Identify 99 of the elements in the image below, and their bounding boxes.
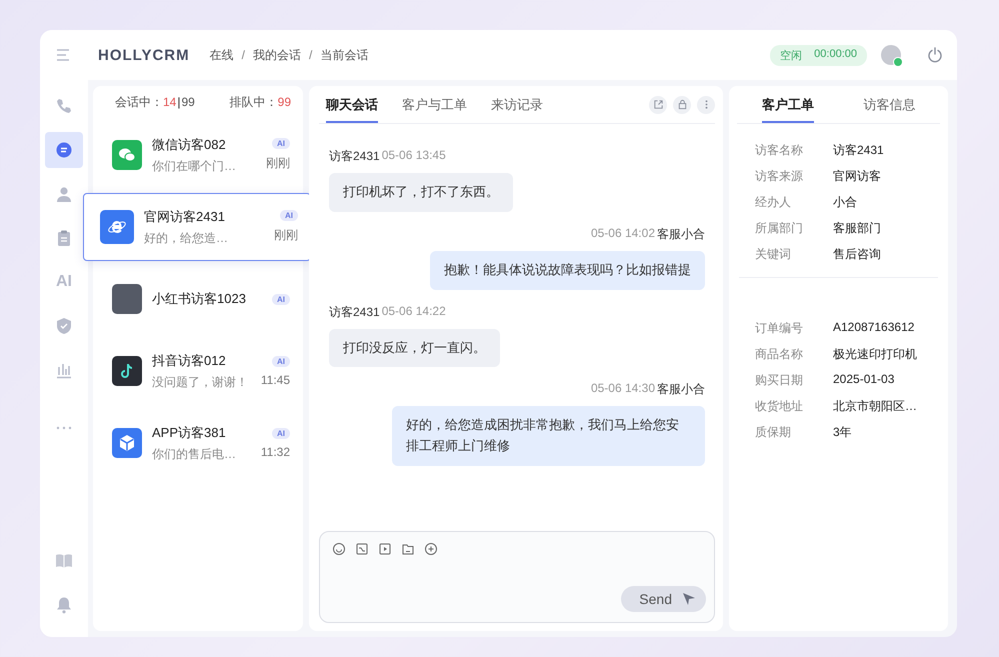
breadcrumb-link[interactable]: 当前会话 <box>320 46 368 64</box>
send-arrow-icon <box>682 592 696 606</box>
image-icon[interactable] <box>355 542 369 556</box>
message-time: 05-06 14:22 <box>382 304 446 320</box>
field-value: A12087163612 <box>833 320 914 336</box>
message-time: 刚刚 <box>266 155 290 172</box>
emoji-icon[interactable] <box>332 542 346 556</box>
message-preview: 你们在哪个门… <box>152 158 237 174</box>
field-label: 关键词 <box>755 246 792 263</box>
message-preview: 你们的售后电… <box>152 446 237 462</box>
chat-tab[interactable]: 来访记录 <box>491 86 543 123</box>
field-value: 客服部门 <box>833 220 881 237</box>
message-composer[interactable]: Send <box>319 531 715 623</box>
source-icon <box>112 428 142 458</box>
nav-item[interactable] <box>45 132 83 168</box>
message-preview: 好的，给您造… <box>144 230 229 246</box>
queue-count: 排队中：99 <box>230 94 291 111</box>
video-icon[interactable] <box>378 542 392 556</box>
breadcrumb-separator: / <box>308 48 312 62</box>
field-value: 访客2431 <box>833 142 884 159</box>
field-label: 质保期 <box>755 424 792 441</box>
message-time: 05-06 14:02 <box>590 226 655 242</box>
more-icon <box>55 425 73 431</box>
visitor-name: 抖音访客012 <box>152 352 227 370</box>
field-label: 访客名称 <box>755 142 804 159</box>
field-value: 极光速印打印机 <box>833 346 917 363</box>
user-icon <box>55 185 73 203</box>
status-timer: 00:00:00 <box>814 48 857 62</box>
sender-name: 客服小合 <box>657 226 705 243</box>
more-options-icon[interactable] <box>697 96 715 114</box>
field-label: 收货地址 <box>755 398 804 415</box>
field-label: 所属部门 <box>755 220 804 237</box>
chat-tab[interactable]: 客户与工单 <box>402 86 467 123</box>
visitor-name: 官网访客2431 <box>144 208 226 226</box>
source-icon <box>112 356 142 386</box>
field-label: 订单编号 <box>755 320 804 337</box>
avatar[interactable] <box>881 45 901 65</box>
power-icon[interactable] <box>927 47 943 63</box>
visitor-name: APP访客381 <box>152 424 227 442</box>
message-time: 05-06 13:45 <box>382 148 446 164</box>
field-value: 2025-01-03 <box>833 372 894 388</box>
source-icon <box>112 284 142 314</box>
message-bubble: 打印没反应，灯一直闪。 <box>329 328 500 368</box>
chat-tab[interactable]: 聊天会话 <box>326 86 378 123</box>
status-label: 空闲 <box>780 48 802 62</box>
message-bubble: 打印机坏了，打不了东西。 <box>329 173 513 212</box>
field-value: 售后咨询 <box>833 246 881 263</box>
info-tab[interactable]: 访客信息 <box>863 86 916 123</box>
breadcrumb-separator: / <box>242 48 245 62</box>
field-label: 购买日期 <box>755 372 804 389</box>
sender-name: 客服小合 <box>657 381 705 398</box>
field-value: 小合 <box>833 194 857 211</box>
breadcrumb-link[interactable]: 我的会话 <box>252 46 301 64</box>
lock-icon[interactable] <box>673 96 691 114</box>
ai-badge: AI <box>272 428 290 438</box>
source-icon <box>100 210 134 244</box>
bar-chart-icon <box>55 361 73 379</box>
conversation-item[interactable]: 小红书访客1023 AI <box>93 265 303 333</box>
message-bubble: 抱歉！能具体说说故障表现吗？比如报错提 <box>430 250 705 290</box>
shield-check-icon <box>55 317 73 335</box>
message-time: 11:32 <box>260 444 290 458</box>
folder-icon[interactable] <box>401 542 415 556</box>
menu-icon[interactable] <box>56 48 72 62</box>
logo: HOLLYCRM <box>98 46 190 64</box>
visitor-name: 小红书访客1023 <box>152 290 247 308</box>
active-sessions-count: 会话中：14|99 <box>115 94 195 111</box>
field-label: 商品名称 <box>755 346 804 363</box>
ai-badge: AI <box>272 138 290 149</box>
phone-icon <box>55 97 73 115</box>
message-time: 05-06 14:30 <box>590 381 655 398</box>
add-icon[interactable] <box>424 542 438 556</box>
chat-bubble-icon <box>55 141 73 159</box>
ai-badge: AI <box>280 210 298 221</box>
clipboard-icon <box>55 229 73 247</box>
message-bubble: 好的，给您造成困扰非常抱歉，我们马上给您安排工程师上门维修 <box>392 406 705 466</box>
field-value: 北京市朝阳区… <box>833 398 917 415</box>
bell-icon <box>55 596 73 614</box>
source-icon <box>112 140 142 170</box>
ai-badge: AI <box>272 356 290 366</box>
visitor-name: 微信访客082 <box>152 136 227 154</box>
share-icon[interactable] <box>649 96 667 114</box>
conversation-item[interactable]: APP访客381 你们的售后电… AI 11:32 <box>93 409 303 477</box>
message-time: 刚刚 <box>274 227 298 244</box>
sender-name: 访客2431 <box>329 304 380 321</box>
conversation-item[interactable]: 官网访客2431 好的，给您造… AI 刚刚 <box>83 193 311 261</box>
message-time: 11:45 <box>260 372 290 386</box>
field-value: 官网访客 <box>833 168 881 185</box>
field-value: 3年 <box>833 424 852 441</box>
conversation-item[interactable]: 抖音访客012 没问题了，谢谢！ AI 11:45 <box>93 337 303 405</box>
conversation-item[interactable]: 微信访客082 你们在哪个门… AI 刚刚 <box>93 121 303 189</box>
message-preview: 没问题了，谢谢！ <box>152 374 249 390</box>
sender-name: 访客2431 <box>329 148 380 165</box>
field-label: 经办人 <box>755 194 792 211</box>
ai-badge: AI <box>272 294 290 304</box>
field-label: 访客来源 <box>755 168 804 185</box>
send-button[interactable]: Send <box>621 586 706 612</box>
breadcrumb-link[interactable]: 在线 <box>210 46 234 64</box>
info-tab[interactable]: 客户工单 <box>762 86 814 123</box>
book-icon <box>55 552 73 570</box>
